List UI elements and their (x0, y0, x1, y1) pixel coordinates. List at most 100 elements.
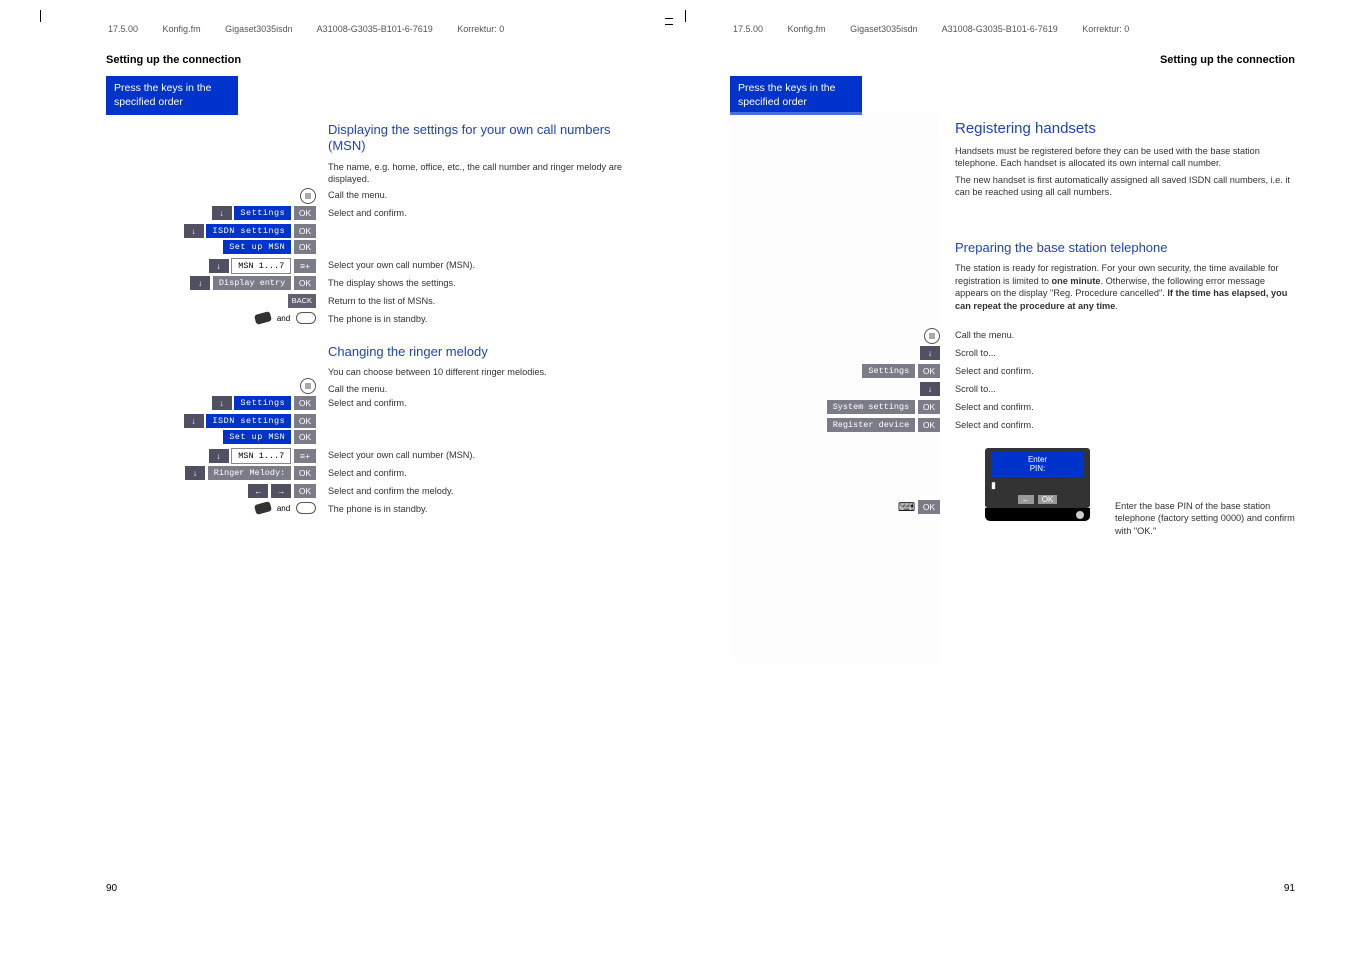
label-settings-r: Settings (862, 364, 915, 378)
oval-icon (296, 312, 316, 324)
section-title-right: Setting up the connection (1160, 54, 1295, 66)
pin-diagram-screen: Enter PIN: (991, 452, 1084, 477)
arrow-down-icon: ↓ (212, 396, 232, 410)
page-right: 17.5.00 Konfig.fm Gigaset3035isdn A31008… (675, 0, 1350, 954)
row-standby-1: and (106, 312, 316, 324)
label-setup-msn: Set up MSN (223, 240, 291, 254)
p-standby-1: The phone is in standby. (328, 313, 638, 325)
crop-mark (685, 10, 686, 22)
header-korr: Korrektur: 0 (457, 24, 504, 34)
p-select-own-1: Select your own call number (MSN). (328, 259, 638, 271)
p-new-handset: The new handset is first automatically a… (955, 174, 1295, 199)
header-product: Gigaset3035isdn (225, 24, 293, 34)
header-partno: A31008-G3035-B101-6-7619 (942, 24, 1058, 34)
ok-key: OK (294, 466, 316, 480)
label-settings: Settings (234, 206, 291, 220)
p-select-own-2: Select your own call number (MSN). (328, 449, 638, 461)
list-key: ≡+ (294, 449, 316, 463)
handset-icon (254, 501, 272, 515)
p-scroll-2: Scroll to... (955, 383, 996, 395)
crop-mark (40, 10, 41, 22)
menu-icon (300, 188, 316, 204)
block-register-handsets: Registering handsets Handsets must be re… (955, 120, 1295, 202)
arrow-down-icon: ↓ (209, 449, 229, 463)
page-left: 17.5.00 Konfig.fm Gigaset3035isdn A31008… (0, 0, 675, 954)
screen-pin: PIN: (991, 464, 1084, 473)
p-select-confirm-3: Select and confirm. (328, 467, 638, 479)
key-menu-circle-r (730, 328, 940, 344)
row-standby-2: and (106, 502, 316, 514)
ok-key: OK (294, 224, 316, 238)
keys-order-l1: Press the keys in the (114, 82, 230, 96)
block-ringer-melody: Changing the ringer melody You can choos… (328, 344, 638, 399)
oval-icon (296, 502, 316, 514)
p-sel-conf-r3: Select and confirm. (955, 419, 1034, 431)
keys-order-r-l2: specified order (738, 96, 854, 110)
label-setup-msn-2: Set up MSN (223, 430, 291, 444)
ok-key: OK (294, 240, 316, 254)
p-return-list: Return to the list of MSNs. (328, 295, 638, 307)
arrow-down-icon: ↓ (184, 414, 204, 428)
back-key: BACK (288, 294, 316, 308)
arrow-down-icon: ↓ (920, 346, 940, 360)
and-text: and (277, 314, 290, 323)
label-system-settings: System settings (827, 400, 916, 414)
header-partno: A31008-G3035-B101-6-7619 (317, 24, 433, 34)
label-register-device: Register device (827, 418, 916, 432)
p-sel-conf-r2: Select and confirm. (955, 401, 1034, 413)
p3b-bold: one minute (1052, 276, 1101, 286)
row-isdn-2: ↓ ISDN settings OK (106, 414, 316, 428)
p-pin-note: Enter the base PIN of the base station t… (1115, 500, 1295, 537)
block-prepare-base: Preparing the base station telephone The… (955, 240, 1295, 316)
menu-icon (924, 328, 940, 344)
and-text-2: and (277, 504, 290, 513)
ok-key: OK (294, 414, 316, 428)
p-standby-2: The phone is in standby. (328, 503, 638, 515)
arrow-down-icon: ↓ (212, 206, 232, 220)
header-product: Gigaset3035isdn (850, 24, 918, 34)
arrow-down-icon: ↓ (920, 382, 940, 396)
row-register-device: Register device OK (730, 418, 940, 432)
p-sel-conf-r1: Select and confirm. (955, 365, 1034, 377)
block-display-settings: Displaying the settings for your own cal… (328, 122, 638, 206)
row-ringer-melody: ↓ Ringer Melody: OK (106, 466, 316, 480)
page-num-left: 90 (106, 883, 117, 894)
keys-order-box-right: Press the keys in the specified order (730, 76, 862, 115)
pin-diagram-device-top: Enter PIN: ▮ ← OK (985, 448, 1090, 508)
pin-diagram-device-foot (985, 508, 1090, 521)
diagram-left-arrow: ← (1018, 495, 1034, 504)
pin-diagram-container: Enter PIN: ▮ ← OK (985, 448, 1090, 521)
menu-icon (300, 378, 316, 394)
arrow-down-icon: ↓ (185, 466, 205, 480)
p-select-confirm-2: Select and confirm. (328, 397, 638, 409)
section-title-left: Setting up the connection (106, 54, 241, 66)
p-call-menu-r: Call the menu. (955, 329, 1014, 341)
arrow-down-icon: ↓ (209, 259, 229, 273)
ok-key: OK (918, 500, 940, 514)
ok-key: OK (294, 206, 316, 220)
keys-order-r-l1: Press the keys in the (738, 82, 854, 96)
ok-key: OK (918, 364, 940, 378)
keys-order-box: Press the keys in the specified order (106, 76, 238, 115)
crop-mark (665, 18, 673, 19)
crop-mark (665, 24, 673, 25)
p-display-shows: The display shows the settings. (328, 277, 638, 289)
screen-cursor: ▮ (985, 477, 1090, 491)
p-call-menu-2: Call the menu. (328, 383, 638, 395)
ok-key: OK (918, 418, 940, 432)
row-system-settings: System settings OK (730, 400, 940, 414)
arrow-down-icon: ↓ (184, 224, 204, 238)
label-msn17: MSN 1...7 (231, 258, 291, 274)
screen-enter: Enter (991, 455, 1084, 464)
h-prepare-base: Preparing the base station telephone (955, 240, 1295, 256)
ok-key: OK (294, 484, 316, 498)
row-msn17-1: ↓ MSN 1...7 ≡+ (106, 258, 316, 274)
p-select-conf-melody: Select and confirm the melody. (328, 485, 638, 497)
ok-key: OK (294, 396, 316, 410)
ok-key: OK (918, 400, 940, 414)
row-setup-msn-2: Set up MSN OK (106, 430, 316, 444)
foot-dot-icon (1076, 511, 1084, 519)
page-num-right: 91 (1284, 883, 1295, 894)
p3e: . (1115, 301, 1118, 311)
header-meta-right: 17.5.00 Konfig.fm Gigaset3035isdn A31008… (733, 24, 1151, 34)
